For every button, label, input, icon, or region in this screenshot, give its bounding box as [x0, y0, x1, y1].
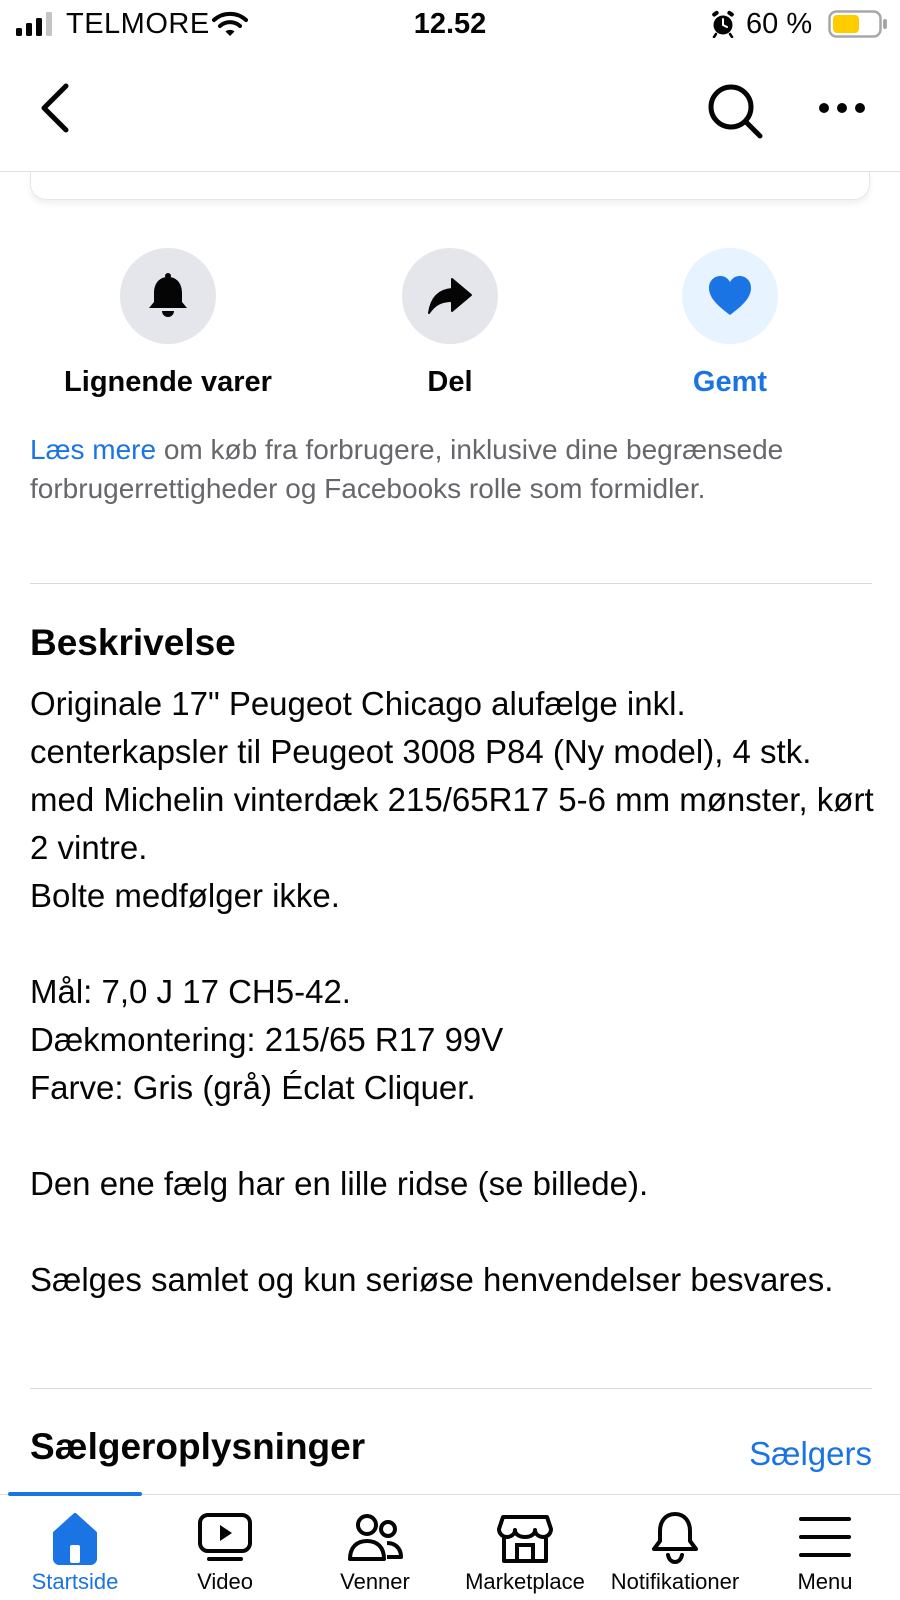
similar-items-button[interactable]: Lignende varer	[58, 248, 278, 399]
similar-items-label: Lignende varer	[64, 366, 272, 398]
more-options-icon[interactable]	[816, 96, 868, 120]
battery-icon	[828, 10, 887, 38]
tab-marketplace[interactable]: Marketplace	[450, 1495, 600, 1600]
tab-video[interactable]: Video	[150, 1495, 300, 1600]
menu-icon	[799, 1517, 851, 1557]
seller-info-heading: Sælgeroplysninger	[30, 1426, 366, 1467]
share-icon	[428, 278, 472, 314]
battery-percent: 60 %	[746, 8, 813, 40]
tab-marketplace-label: Marketplace	[465, 1569, 585, 1594]
tab-friends-label: Venner	[340, 1569, 410, 1594]
tab-home-label: Startside	[31, 1569, 119, 1594]
status-bar: TELMORE 12.52 60 %	[0, 0, 900, 52]
share-icon-circle	[402, 248, 498, 344]
saved-button[interactable]: Gemt	[620, 248, 840, 399]
tab-friends[interactable]: Venner	[300, 1495, 450, 1600]
video-icon	[198, 1513, 252, 1561]
tab-notifications[interactable]: Notifikationer	[600, 1495, 750, 1600]
tab-notifications-label: Notifikationer	[610, 1569, 740, 1594]
consumer-rights-notice: Læs mere om køb fra forbrugere, inklusiv…	[30, 430, 850, 508]
share-button[interactable]: Del	[340, 248, 560, 399]
home-icon	[53, 1513, 97, 1565]
saved-icon-circle	[682, 248, 778, 344]
tab-home[interactable]: Startside	[0, 1495, 150, 1600]
bell-icon	[149, 273, 187, 317]
read-more-link[interactable]: Læs mere	[30, 434, 156, 465]
bottom-tab-bar: Startside Video Venner Marketplace Notif…	[0, 1492, 900, 1600]
divider	[30, 1388, 872, 1389]
search-icon[interactable]	[706, 82, 764, 140]
similar-items-icon-circle	[120, 248, 216, 344]
back-chevron-icon[interactable]	[36, 80, 76, 136]
saved-label: Gemt	[692, 366, 768, 398]
description-heading: Beskrivelse	[30, 622, 236, 663]
notification-bell-icon	[652, 1512, 698, 1565]
alarm-icon	[712, 10, 734, 38]
tab-video-label: Video	[197, 1569, 253, 1594]
top-navigation-bar	[0, 52, 900, 172]
description-text: Originale 17" Peugeot Chicago alufælge i…	[30, 685, 874, 1298]
friends-icon	[348, 1514, 403, 1561]
listing-card-bottom	[30, 172, 870, 200]
divider	[30, 583, 872, 584]
heart-icon	[709, 276, 751, 315]
tab-menu-label: Menu	[797, 1569, 853, 1594]
seller-details-link[interactable]: Sælgers oplysninger	[650, 1430, 872, 1480]
tab-menu[interactable]: Menu	[750, 1495, 900, 1600]
share-label: Del	[427, 366, 473, 398]
marketplace-icon	[497, 1515, 553, 1563]
